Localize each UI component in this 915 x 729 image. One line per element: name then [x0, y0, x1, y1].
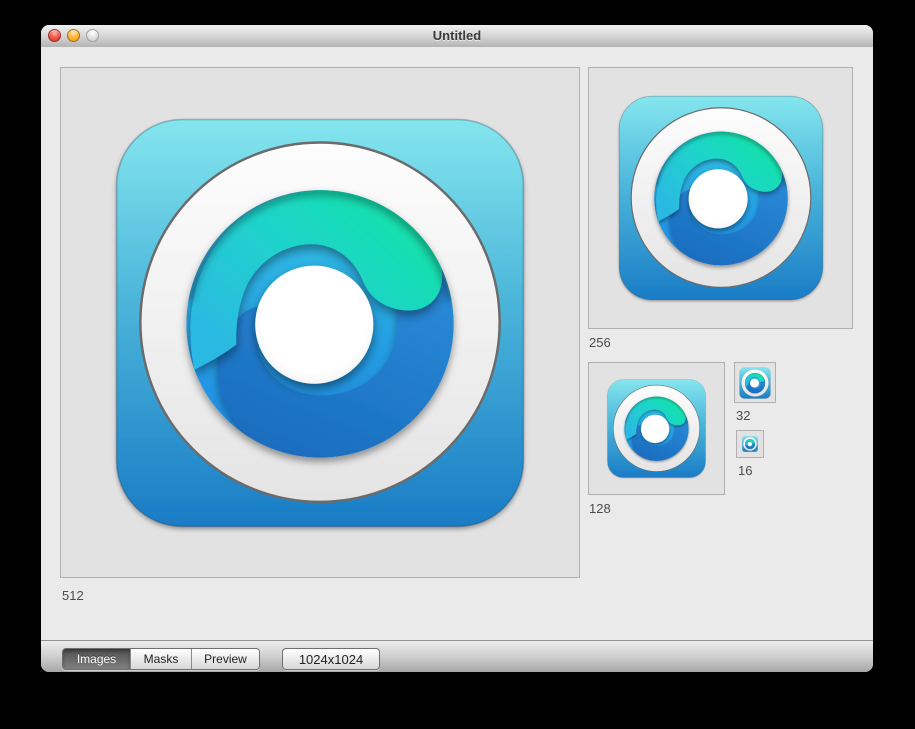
app-icon-preview-256 [616, 93, 826, 303]
preview-slot-32[interactable] [734, 362, 776, 403]
tab-preview[interactable]: Preview [192, 649, 259, 669]
preview-slot-512[interactable] [60, 67, 580, 578]
content-area: 512 256 128 32 16 [41, 47, 873, 640]
window-title: Untitled [41, 25, 873, 47]
app-icon-preview-512 [110, 113, 530, 533]
app-icon-preview-16 [742, 436, 758, 452]
size-1024-button[interactable]: 1024x1024 [282, 648, 380, 670]
bottom-toolbar: Images Masks Preview 1024x1024 [41, 640, 873, 672]
app-icon-preview-32 [739, 367, 771, 399]
preview-slot-16[interactable] [736, 430, 764, 458]
preview-slot-256[interactable] [588, 67, 853, 329]
size-label-16: 16 [738, 463, 752, 478]
size-label-128: 128 [589, 501, 611, 516]
tab-images[interactable]: Images [63, 649, 131, 669]
app-icon-preview-128 [606, 378, 707, 479]
title-bar[interactable]: Untitled [41, 25, 873, 48]
size-label-512: 512 [62, 588, 84, 603]
tab-masks[interactable]: Masks [131, 649, 192, 669]
size-label-256: 256 [589, 335, 611, 350]
preview-slot-128[interactable] [588, 362, 725, 495]
size-label-32: 32 [736, 408, 750, 423]
view-mode-segmented-control: Images Masks Preview [62, 648, 260, 670]
app-window: Untitled 512 256 128 32 16 Images Masks … [41, 25, 873, 672]
desktop: { "window": { "title": "Untitled", "cont… [0, 0, 915, 729]
